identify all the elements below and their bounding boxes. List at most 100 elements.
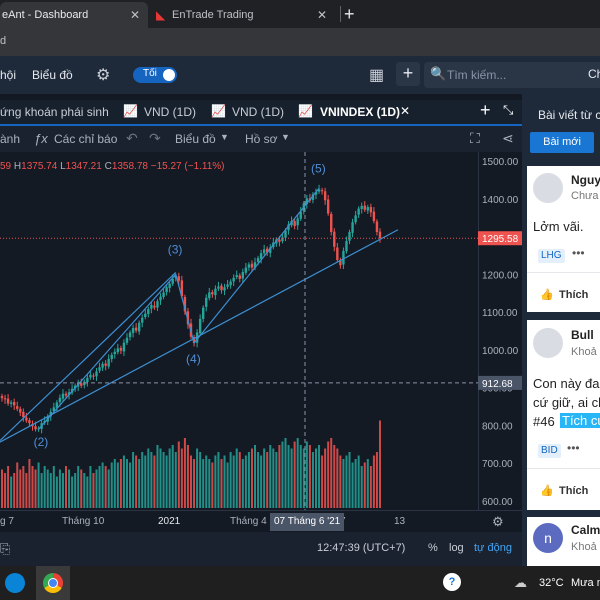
candle-body — [262, 249, 266, 254]
help-icon[interactable]: ? — [443, 573, 461, 591]
volume-bar — [43, 466, 46, 508]
author-name[interactable]: Nguy — [571, 173, 600, 187]
new-tab-plus-icon[interactable]: + — [344, 2, 355, 26]
nav-item-chart[interactable]: Biểu đồ — [32, 68, 73, 82]
close-icon[interactable]: ✕ — [400, 104, 410, 118]
indicators-button[interactable]: Các chỉ báo — [54, 132, 117, 146]
volume-bar — [287, 445, 290, 508]
volume-bar — [357, 455, 360, 508]
weather-temp[interactable]: 32°C — [539, 577, 564, 589]
share-icon[interactable]: ⋖ — [502, 130, 514, 147]
trendline — [0, 272, 177, 441]
volume-bar — [49, 473, 52, 508]
ohlc-legend: 59 H1375.74 L1347.21 C1358.78 −15.27 (−1… — [0, 161, 225, 172]
undo-icon[interactable]: ↶ — [126, 130, 138, 147]
search-input[interactable]: 🔍 Tìm kiếm... — [424, 62, 600, 88]
author-status: Khoả — [571, 346, 597, 358]
gear-icon[interactable]: ⚙ — [96, 65, 110, 85]
volume-bar — [311, 452, 314, 508]
settings-gear-icon[interactable]: ⚙ — [492, 514, 504, 530]
volume-bar — [330, 438, 333, 508]
search-icon: 🔍 — [430, 66, 447, 81]
volume-bar — [61, 473, 64, 508]
add-chart-icon[interactable]: + — [480, 100, 491, 121]
author-status: Khoả — [571, 541, 597, 553]
more-icon[interactable]: ••• — [567, 441, 580, 455]
low-value: 1347.21 — [65, 161, 102, 172]
like-button[interactable]: Thích — [559, 289, 588, 301]
ticker-tag[interactable]: BID — [538, 444, 561, 458]
nav-item-community[interactable]: hội — [0, 68, 16, 82]
candle-body — [61, 393, 65, 399]
browser-tab-dashboard[interactable]: eAnt - Dashboard ✕ — [0, 2, 148, 28]
time-axis[interactable]: g 7 Tháng 10 2021 Tháng 4 7 13 07 Tháng … — [0, 510, 522, 533]
tab-vnd-2[interactable]: VND (1D) — [232, 105, 284, 119]
volume-bar — [318, 445, 321, 508]
volume-bar — [363, 462, 366, 508]
candle-body — [147, 309, 150, 314]
volume-bar — [366, 459, 369, 508]
candle-body — [342, 250, 345, 265]
like-button[interactable]: Thích — [559, 485, 588, 497]
candle-body — [25, 417, 28, 421]
author-name[interactable]: Bull — [571, 328, 594, 342]
redo-icon[interactable]: ↷ — [149, 130, 161, 147]
trendline — [175, 274, 195, 344]
fullscreen-icon[interactable]: ⛶ — [470, 130, 480, 147]
close-icon[interactable]: ✕ — [317, 2, 327, 28]
volume-bar — [272, 448, 275, 508]
browser-tab-entrade[interactable]: ◣ EnTrade Trading ✕ — [150, 2, 335, 28]
post-content-line: Con này đan — [533, 376, 600, 391]
candle-body — [278, 239, 281, 242]
add-button[interactable]: + — [396, 62, 420, 86]
volume-bar — [55, 476, 58, 508]
tab-new-posts[interactable]: Bài mới — [530, 132, 594, 153]
collapse-icon[interactable]: ⤡ — [503, 102, 513, 118]
candle-body — [125, 337, 129, 343]
date-range-icon[interactable]: ⎘ — [0, 541, 10, 557]
tab-vnindex[interactable]: VNINDEX (1D) — [320, 105, 400, 119]
time-label: 2021 — [158, 516, 181, 527]
toggle-knob — [163, 69, 175, 81]
volume-bar — [129, 462, 132, 508]
user-name[interactable]: Ch — [588, 67, 600, 81]
tab-vnd-1[interactable]: VND (1D) — [144, 105, 196, 119]
post-content-line: #46 — [533, 414, 555, 429]
profile-menu-button[interactable]: Hồ sơ — [245, 132, 278, 146]
candle-body — [122, 342, 126, 352]
weather-text[interactable]: Mưa n — [571, 577, 600, 589]
auto-toggle[interactable]: tự động — [474, 542, 512, 554]
chart-line-icon: 📈 — [211, 104, 226, 118]
avatar[interactable] — [533, 328, 563, 358]
high-value: 1375.74 — [21, 161, 58, 172]
volume-bar — [299, 445, 302, 508]
chevron-down-icon: ▼ — [220, 132, 229, 142]
tab-derivatives[interactable]: ứng khoán phái sinh — [0, 105, 109, 119]
volume-bar — [220, 459, 223, 508]
volume-bar — [25, 473, 28, 508]
percent-toggle[interactable]: % — [428, 542, 438, 554]
divider — [527, 468, 600, 469]
volume-bar — [22, 466, 25, 508]
log-toggle[interactable]: log — [449, 542, 464, 554]
candle-body — [58, 397, 62, 403]
volume-bar — [138, 459, 141, 508]
volume-bar — [336, 448, 339, 508]
close-icon[interactable]: ✕ — [130, 2, 140, 28]
address-bar[interactable]: d — [0, 28, 600, 56]
candle-body — [211, 292, 214, 295]
avatar[interactable] — [533, 173, 563, 203]
clock-time[interactable]: 12:47:39 (UTC+7) — [317, 542, 405, 554]
post-card: n Calm Khoả — [527, 517, 600, 566]
edge-icon[interactable] — [5, 573, 25, 593]
candle-body — [22, 411, 25, 418]
grid-layout-icon[interactable]: ▦ — [369, 65, 384, 85]
volume-bar — [180, 448, 183, 508]
ticker-tag[interactable]: LHG — [538, 249, 565, 263]
more-icon[interactable]: ••• — [572, 246, 585, 260]
avatar[interactable]: n — [533, 523, 563, 553]
drawing-tools-button[interactable]: ành — [0, 132, 20, 146]
theme-toggle[interactable]: Tối — [133, 67, 177, 83]
author-name[interactable]: Calm — [571, 523, 600, 537]
chart-menu-button[interactable]: Biểu đồ — [175, 132, 216, 146]
